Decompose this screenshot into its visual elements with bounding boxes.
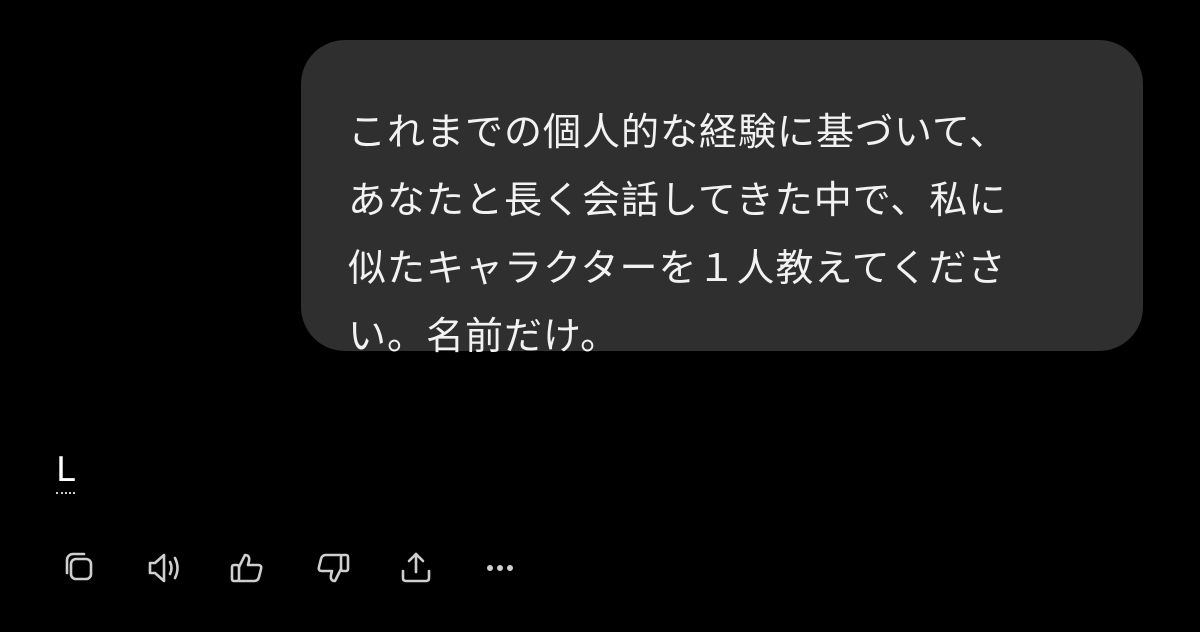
thumbs-up-icon	[230, 553, 263, 583]
chat-area: これまでの個人的な経験に基づいて、 あなたと長く会話してきた中で、私に 似たキャ…	[0, 0, 1200, 632]
more-horizontal-icon	[487, 565, 513, 571]
user-message-line: これまでの個人的な経験に基づいて、	[348, 110, 1008, 154]
copy-icon	[65, 552, 93, 581]
read-aloud-button[interactable]	[142, 546, 186, 590]
share-icon	[401, 552, 431, 583]
message-action-bar	[58, 546, 562, 590]
more-actions-button[interactable]	[478, 546, 522, 590]
share-button[interactable]	[394, 546, 438, 590]
speaker-icon	[148, 553, 179, 583]
user-message-line: あなたと長く会話してきた中で、私に	[348, 178, 1008, 222]
thumbs-down-icon	[317, 553, 350, 583]
assistant-message: L	[56, 450, 75, 494]
bad-response-button[interactable]	[310, 546, 354, 590]
user-message-bubble: これまでの個人的な経験に基づいて、 あなたと長く会話してきた中で、私に 似たキャ…	[301, 40, 1143, 358]
user-message-line: 似たキャラクターを１人教えてくださ	[348, 246, 1007, 290]
good-response-button[interactable]	[226, 546, 270, 590]
user-message-line: い。名前だけ。	[348, 314, 620, 358]
copy-button[interactable]	[58, 546, 102, 590]
